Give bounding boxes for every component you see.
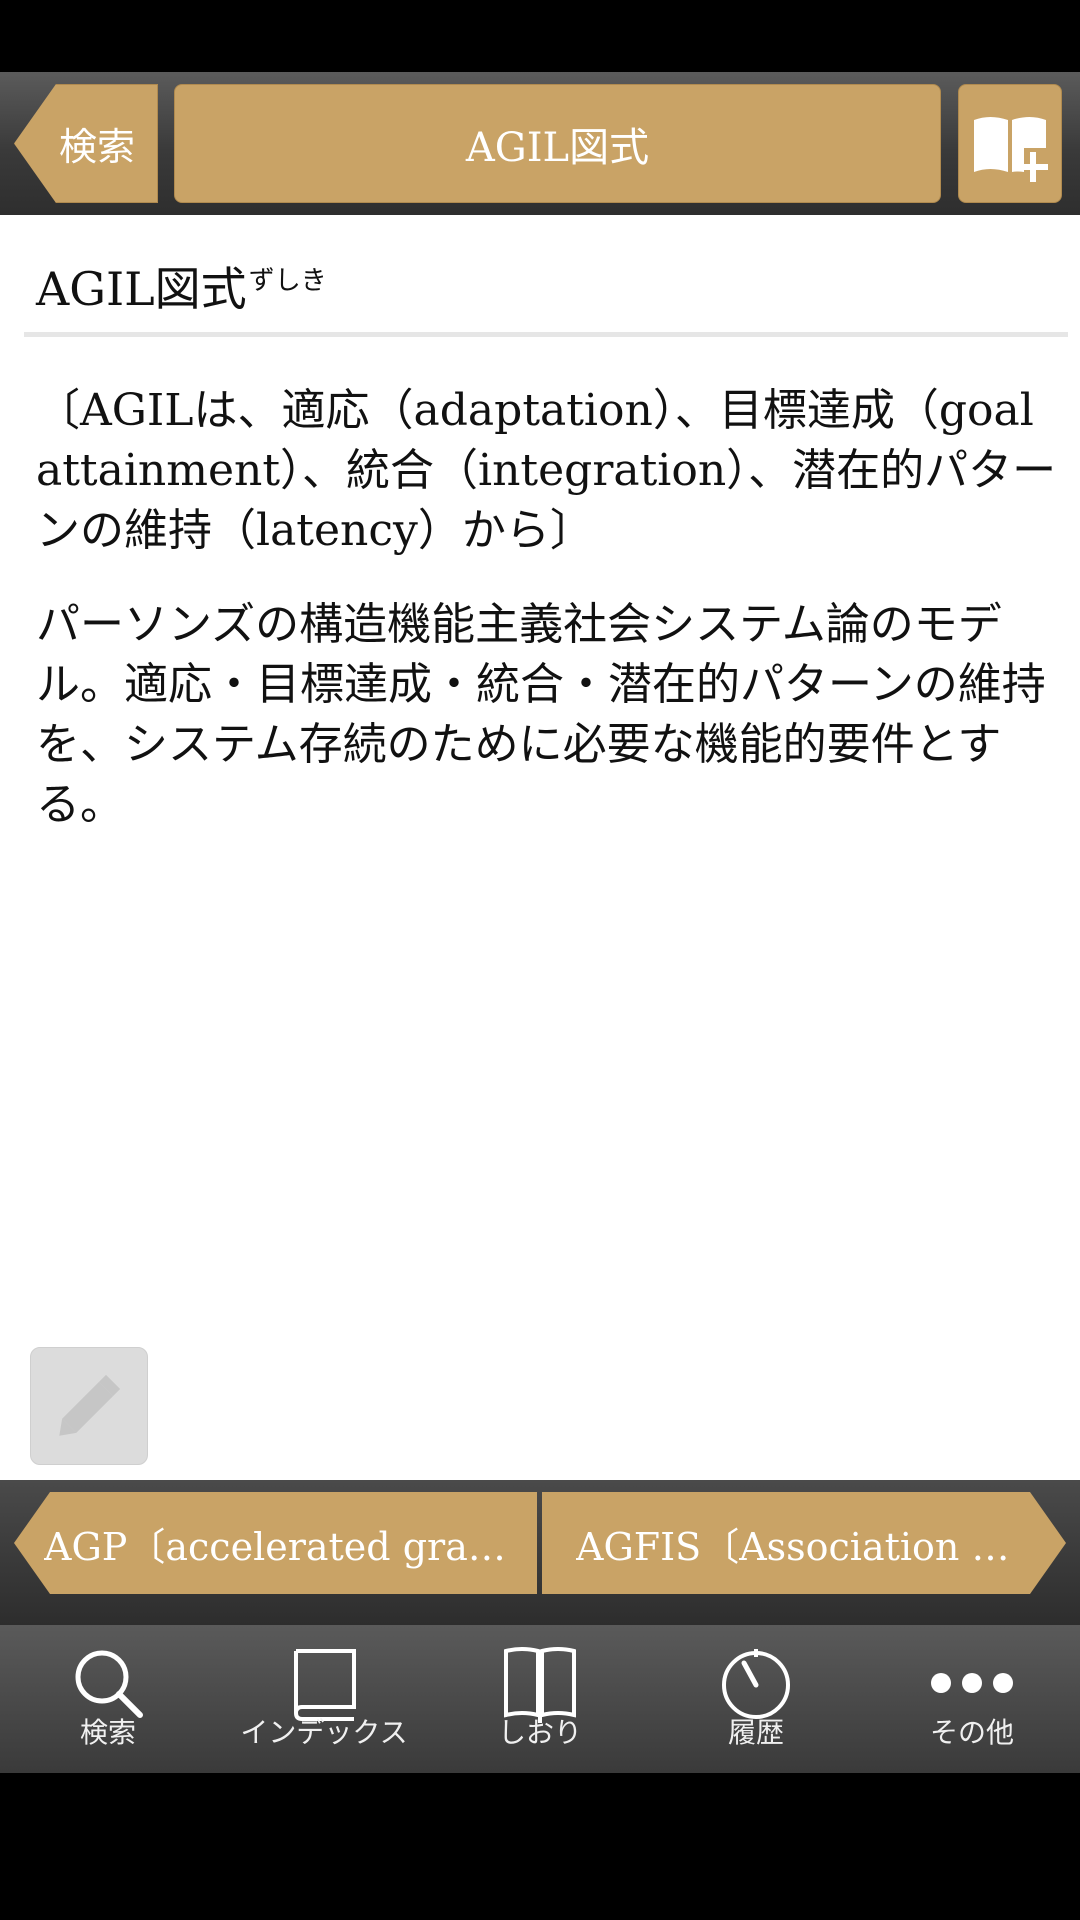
previous-entry-button[interactable]: AGP〔accelerated graphics port〕 bbox=[14, 1492, 537, 1594]
headword: AGIL図式ずしき bbox=[36, 253, 327, 319]
status-bar bbox=[0, 0, 1080, 72]
page-title-text: AGIL図式 bbox=[465, 124, 650, 171]
tab-more[interactable]: その他 bbox=[864, 1625, 1080, 1773]
tab-bar: 検索 インデックス しおり 履歴 その他 bbox=[0, 1625, 1080, 1773]
entry-navigation-bar: AGP〔accelerated graphics port〕 AGFIS〔Ass… bbox=[0, 1480, 1080, 1625]
divider bbox=[24, 332, 1068, 337]
pencil-icon bbox=[59, 1374, 121, 1436]
page-title: AGIL図式 bbox=[174, 84, 941, 203]
back-button-label: 検索 bbox=[58, 125, 135, 169]
headword-reading: ずしき bbox=[248, 265, 327, 296]
tab-search[interactable]: 検索 bbox=[0, 1625, 216, 1773]
back-button[interactable]: 検索 bbox=[14, 84, 158, 203]
next-entry-label: AGFIS〔Association Générale des Fédératio… bbox=[576, 1524, 1025, 1569]
headword-text: AGIL図式 bbox=[36, 262, 247, 316]
bottom-spacer bbox=[0, 1773, 1080, 1920]
tab-more-label: その他 bbox=[929, 1716, 1014, 1749]
tab-bookmarks[interactable]: しおり bbox=[432, 1625, 648, 1773]
navigation-bar: 検索 AGIL図式 bbox=[0, 72, 1080, 215]
next-entry-button[interactable]: AGFIS〔Association Générale des Fédératio… bbox=[542, 1492, 1066, 1594]
definition-text: パーソンズの構造機能主義社会システム論のモデル。適応・目標達成・統合・潜在的パタ… bbox=[36, 599, 1046, 830]
etymology-text: 〔AGILは、適応（adaptation）、目標達成（goal attainme… bbox=[36, 385, 1057, 556]
tab-history[interactable]: 履歴 bbox=[648, 1625, 864, 1773]
tab-history-label: 履歴 bbox=[727, 1716, 784, 1749]
tab-index-label: インデックス bbox=[240, 1716, 408, 1749]
book-plus-icon bbox=[974, 116, 1048, 182]
entry-content: AGIL図式ずしき 〔AGILは、適応（adaptation）、目標達成（goa… bbox=[0, 215, 1080, 1480]
tab-search-label: 検索 bbox=[79, 1716, 136, 1749]
tab-index[interactable]: インデックス bbox=[216, 1625, 432, 1773]
previous-entry-label: AGP〔accelerated graphics port〕 bbox=[44, 1524, 527, 1569]
tab-bookmarks-label: しおり bbox=[497, 1716, 582, 1749]
memo-button[interactable] bbox=[30, 1347, 148, 1465]
add-bookmark-button[interactable] bbox=[958, 84, 1062, 203]
